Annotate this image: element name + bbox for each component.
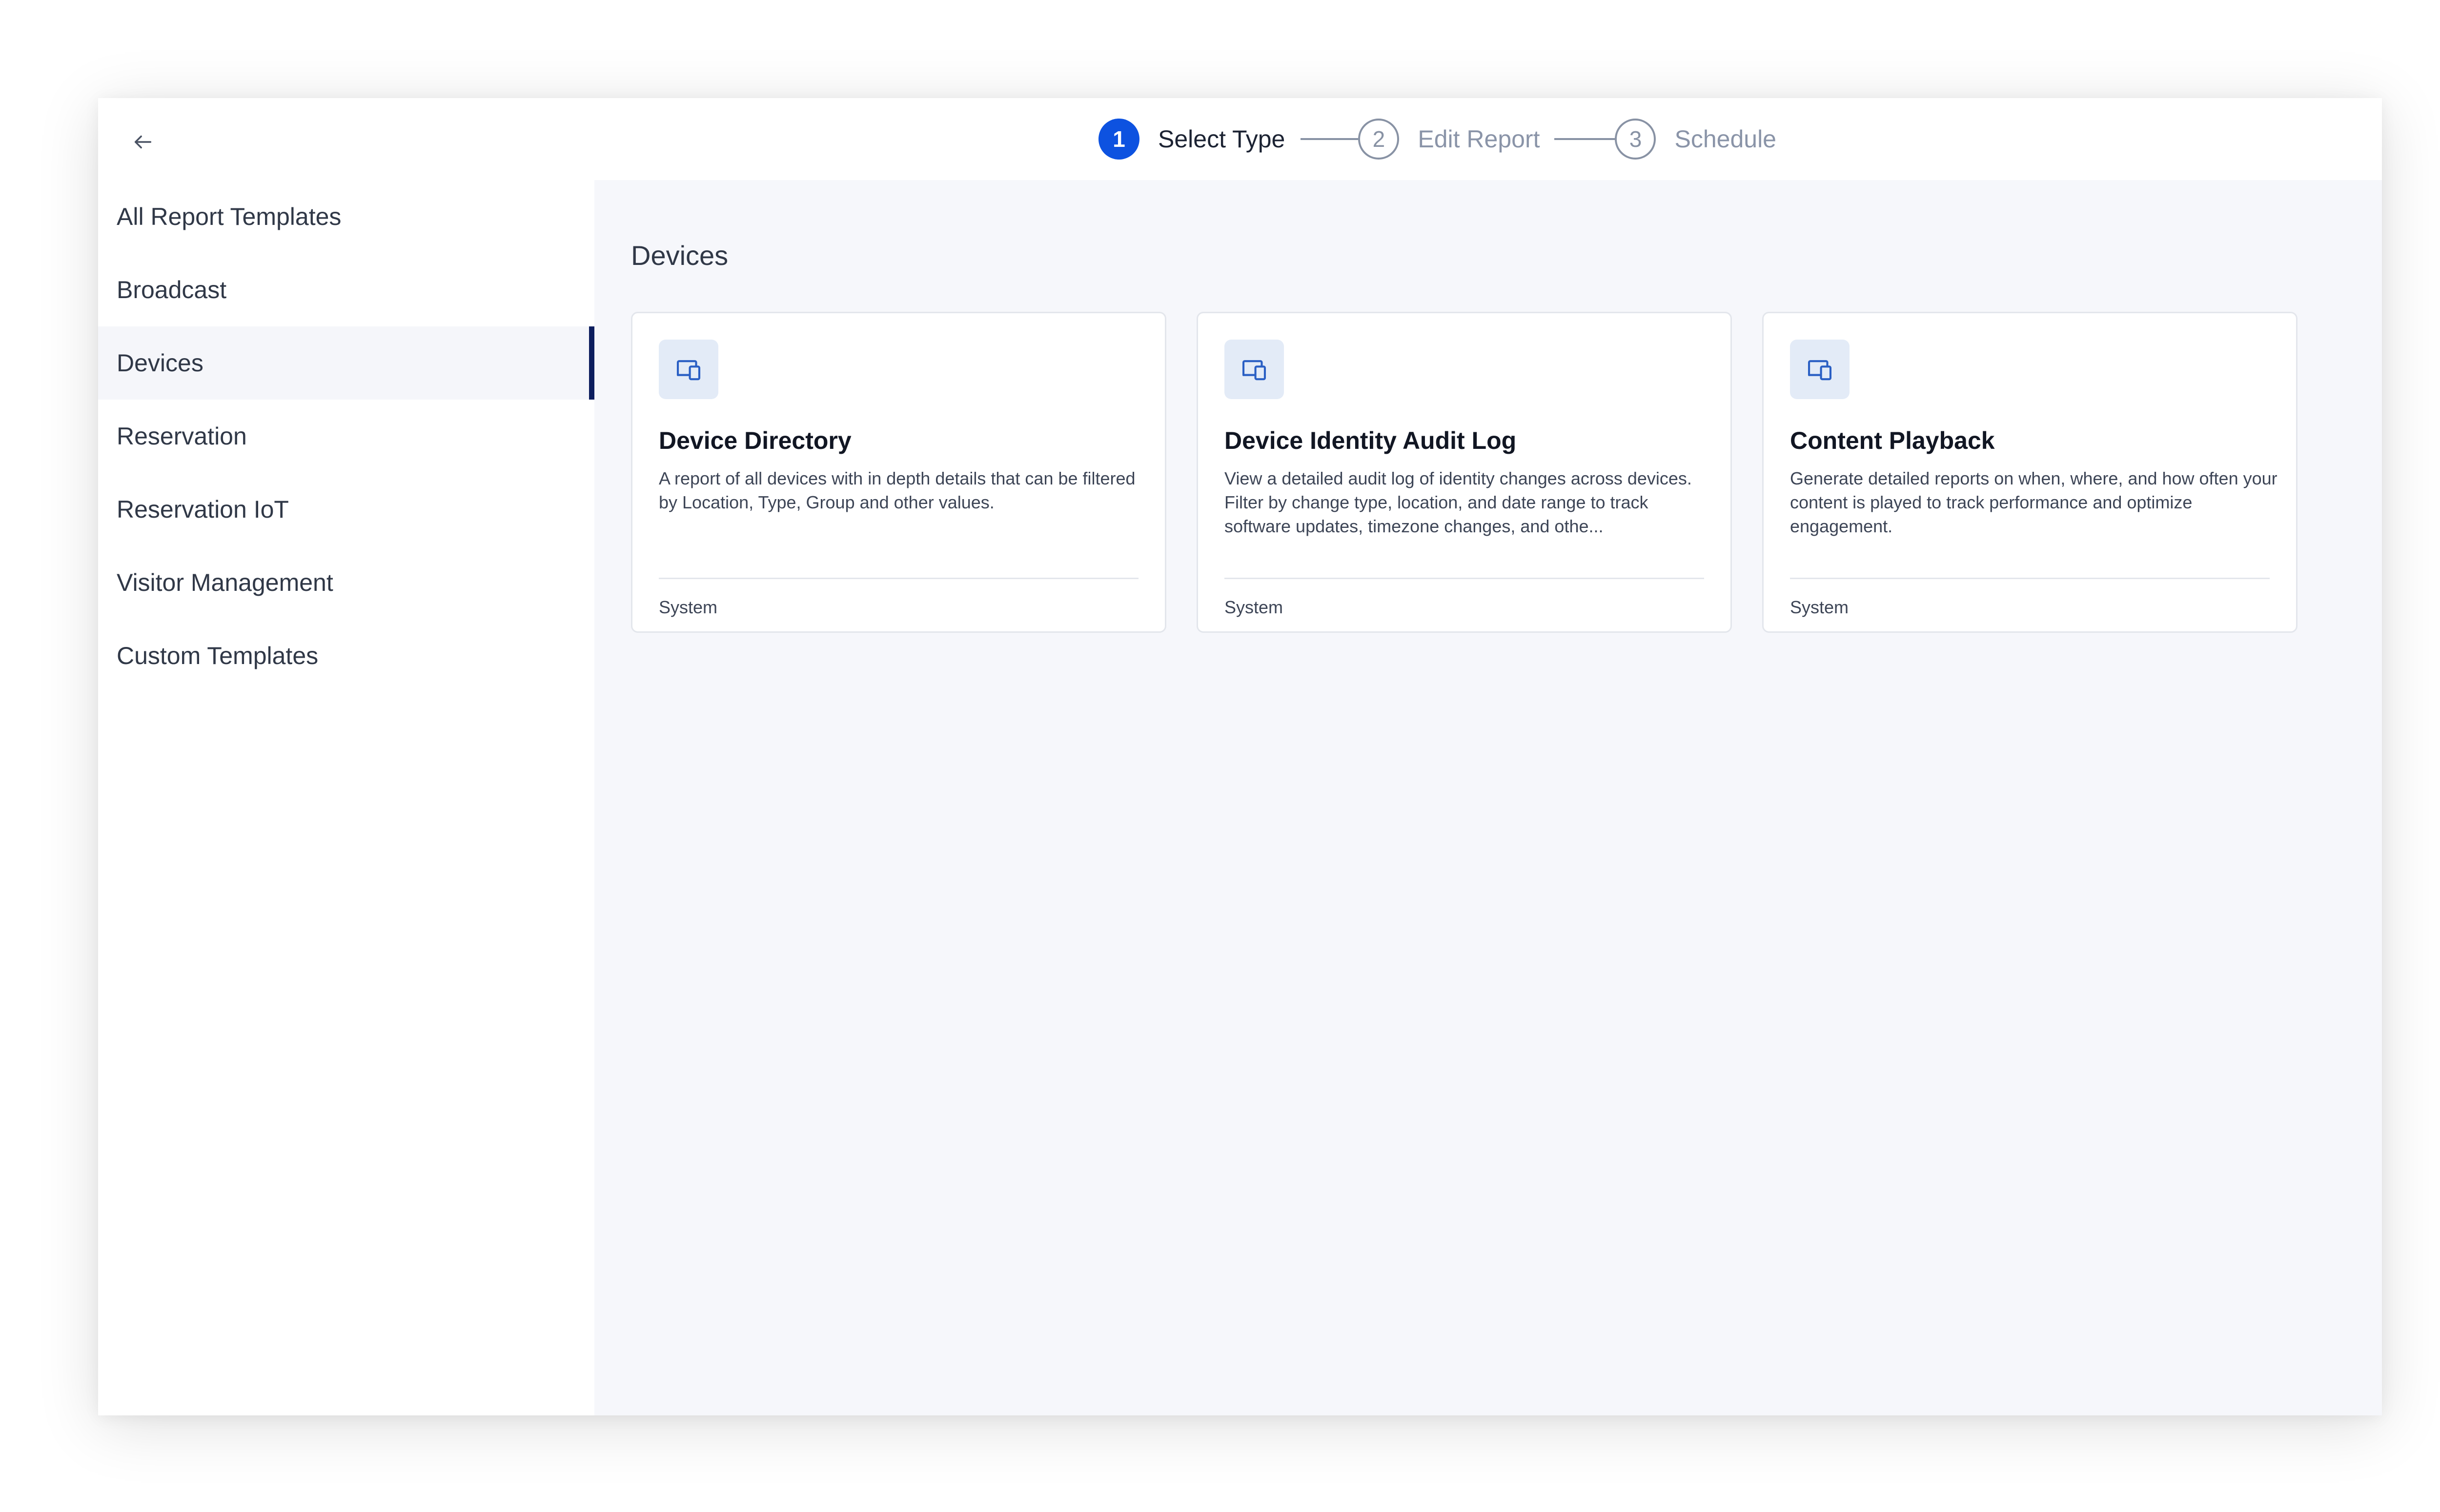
template-card-device-identity-audit-log[interactable]: Device Identity Audit Log View a detaile… xyxy=(1197,312,1732,633)
card-title: Device Directory xyxy=(659,427,852,454)
template-card-content-playback[interactable]: Content Playback Generate detailed repor… xyxy=(1762,312,2298,633)
step-number: 3 xyxy=(1615,119,1656,160)
card-icon-tile xyxy=(1224,340,1284,399)
step-label: Select Type xyxy=(1158,125,1285,153)
arrow-left-icon xyxy=(134,135,152,149)
card-description: Generate detailed reports on when, where… xyxy=(1790,468,2277,536)
card-title: Content Playback xyxy=(1790,427,1995,454)
template-gallery: Devices Device Directory A report of all… xyxy=(594,180,2382,1415)
wizard-header: 1 Select Type 2 Edit Report 3 Schedule xyxy=(98,98,2382,180)
card-owner-label: System xyxy=(1224,597,1283,617)
card-description: A report of all devices with in depth de… xyxy=(659,468,1136,512)
sidebar-item-devices[interactable]: Devices xyxy=(98,326,594,400)
card-divider xyxy=(659,578,1139,579)
devices-icon xyxy=(1242,360,1266,381)
sidebar-item-all-report-templates[interactable]: All Report Templates xyxy=(98,180,594,253)
step-connector xyxy=(1301,138,1359,140)
sidebar-item-broadcast[interactable]: Broadcast xyxy=(98,253,594,326)
step-number: 2 xyxy=(1358,119,1400,160)
step-schedule[interactable]: 3 Schedule xyxy=(1615,119,1776,160)
step-label: Edit Report xyxy=(1418,125,1540,153)
card-icon-tile xyxy=(1790,340,1850,399)
back-button[interactable] xyxy=(122,121,163,162)
card-icon-tile xyxy=(659,340,718,399)
step-connector xyxy=(1554,138,1615,140)
step-select-type[interactable]: 1 Select Type xyxy=(1098,119,1285,160)
wizard-stepper: 1 Select Type 2 Edit Report 3 Schedule xyxy=(1098,115,1776,163)
card-owner-label: System xyxy=(1790,597,1849,617)
card-owner-label: System xyxy=(659,597,718,617)
report-wizard-window: 1 Select Type 2 Edit Report 3 Schedule A… xyxy=(98,98,2382,1415)
card-divider xyxy=(1224,578,1704,579)
devices-icon xyxy=(676,360,701,381)
template-card-device-directory[interactable]: Device Directory A report of all devices… xyxy=(631,312,1166,633)
section-title: Devices xyxy=(631,240,729,271)
sidebar-item-custom-templates[interactable]: Custom Templates xyxy=(98,619,594,692)
card-divider xyxy=(1790,578,2270,579)
devices-icon xyxy=(1808,360,1832,381)
card-description: View a detailed audit log of identity ch… xyxy=(1224,468,1692,536)
sidebar-item-reservation-iot[interactable]: Reservation IoT xyxy=(98,473,594,546)
card-title: Device Identity Audit Log xyxy=(1224,427,1517,454)
category-sidebar: All Report Templates Broadcast Devices R… xyxy=(98,180,594,1415)
step-number: 1 xyxy=(1098,119,1139,160)
sidebar-item-reservation[interactable]: Reservation xyxy=(98,400,594,473)
step-edit-report[interactable]: 2 Edit Report xyxy=(1358,119,1540,160)
sidebar-item-visitor-management[interactable]: Visitor Management xyxy=(98,546,594,619)
step-label: Schedule xyxy=(1674,125,1776,153)
